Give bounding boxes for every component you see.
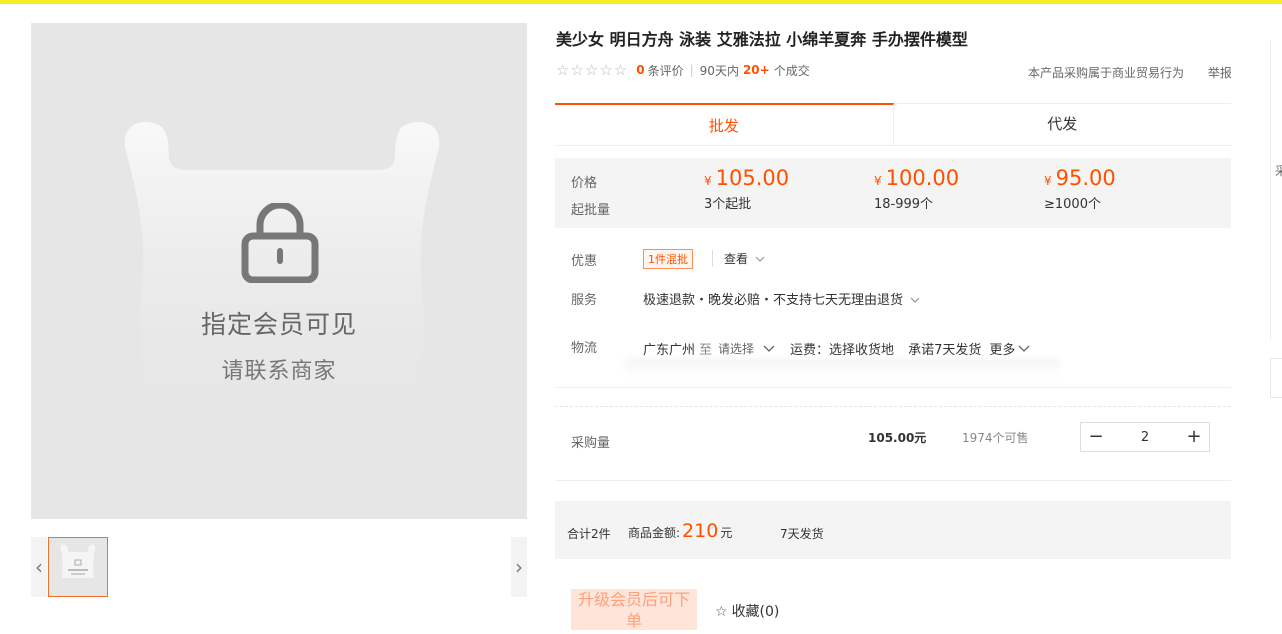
favorite-label: 收藏(0)	[731, 604, 780, 620]
price-panel: 价格 起批量 ¥105.00 3个起批 ¥100.00 18-999个 ¥95.…	[555, 158, 1231, 228]
divider	[555, 406, 1231, 407]
upgrade-member-button[interactable]: 升级会员后可下单	[571, 589, 697, 630]
gallery-prev-button[interactable]: ‹	[31, 537, 47, 597]
tier-qty: ≥1000个	[1044, 197, 1101, 212]
tier-price: 95.00	[1055, 166, 1116, 190]
restricted-title: 指定会员可见	[200, 310, 357, 339]
price-tier: ¥105.00 3个起批	[704, 166, 789, 212]
summary-amount: 商品金额: 210 元	[628, 520, 732, 542]
logistics-more[interactable]: 更多	[989, 339, 1015, 358]
tier-qty: 3个起批	[704, 197, 752, 212]
chevron-down-icon	[755, 256, 765, 262]
summary-delivery: 7天发货	[780, 527, 824, 541]
deal-prefix: 90天内	[699, 63, 739, 78]
offers-label: 优惠	[571, 254, 598, 269]
chevron-down-icon[interactable]	[762, 344, 776, 354]
currency-symbol: ¥	[704, 174, 712, 188]
purchase-mode-tabs: 批发 代发	[555, 103, 1231, 146]
chevron-down-icon	[910, 297, 920, 303]
logistics-row: 广东广州 至 请选择 运费：选择收货地 承诺7天发货 更多	[643, 339, 1031, 358]
moq-label: 起批量	[571, 203, 611, 218]
report-link[interactable]: 举报	[1208, 66, 1232, 80]
favorite-button[interactable]: ☆ 收藏(0)	[715, 601, 779, 621]
freight-info: 运费：选择收货地	[790, 343, 895, 358]
divider	[555, 480, 1231, 481]
quantity-stepper: − +	[1080, 422, 1210, 452]
tier-price: 100.00	[885, 166, 960, 190]
mixed-batch-tag: 1件混批	[643, 249, 693, 269]
shipping-promise: 承诺7天发货	[908, 343, 982, 358]
quantity-input[interactable]	[1111, 423, 1179, 451]
price-label: 价格	[571, 176, 598, 191]
logistics-origin: 广东广州	[643, 343, 696, 358]
price-tier: ¥95.00 ≥1000个	[1044, 166, 1116, 212]
purchase-label: 采购量	[571, 436, 611, 451]
top-accent-bar	[0, 0, 1282, 4]
deal-count: 20+	[742, 63, 770, 77]
business-notice: 本产品采购属于商业贸易行为	[1028, 66, 1185, 80]
line-total: 105.00元	[868, 431, 927, 445]
tier-qty: 18-999个	[874, 197, 934, 212]
tab-wholesale[interactable]: 批发	[555, 103, 894, 145]
offers-view-label: 查看	[724, 252, 749, 266]
review-suffix: 条评价	[647, 63, 684, 78]
offers-view-button[interactable]: 查看	[712, 250, 765, 267]
service-text: 极速退款・晚发必赔・不支持七天无理由退货	[643, 293, 904, 308]
amount-value: 210	[682, 520, 719, 542]
tier-price: 105.00	[715, 166, 790, 190]
dropdown-shadow	[625, 358, 1060, 378]
currency-symbol: ¥	[1044, 174, 1052, 188]
lock-icon	[241, 203, 319, 283]
summary-count: 合计2件	[567, 527, 611, 541]
service-info[interactable]: 极速退款・晚发必赔・不支持七天无理由退货	[643, 289, 920, 308]
tab-dropship[interactable]: 代发	[893, 103, 1231, 145]
logistics-to: 至	[699, 343, 713, 358]
decrease-button[interactable]: −	[1081, 423, 1111, 451]
sidebar-edge-text: 采	[1275, 164, 1282, 178]
increase-button[interactable]: +	[1179, 423, 1209, 451]
amount-unit: 元	[720, 526, 733, 540]
main-product-image: 指定会员可见 请联系商家	[31, 23, 527, 519]
rating-row: ☆☆☆☆☆ 0 条评价 | 90天内 20+ 个成交	[556, 61, 810, 79]
product-title: 美少女 明日方舟 泳装 艾雅法拉 小绵羊夏奔 手办摆件模型	[556, 30, 968, 49]
price-tier: ¥100.00 18-999个	[874, 166, 959, 212]
rating-stars-icon: ☆☆☆☆☆	[556, 61, 629, 79]
stock-available: 1974个可售	[962, 431, 1029, 445]
gallery-next-button[interactable]: ›	[511, 537, 527, 597]
deal-suffix: 个成交	[773, 63, 810, 78]
amount-label: 商品金额:	[628, 526, 681, 540]
logistics-label: 物流	[571, 341, 598, 356]
restricted-subtitle: 请联系商家	[221, 359, 337, 384]
review-count[interactable]: 0	[636, 63, 644, 77]
destination-select[interactable]: 请选择	[718, 340, 754, 357]
currency-symbol: ¥	[874, 174, 882, 188]
meta-divider: |	[689, 63, 694, 77]
thumbnail-placeholder-icon	[60, 544, 96, 578]
divider	[555, 387, 1231, 388]
meta-right: 本产品采购属于商业贸易行为 举报	[1028, 64, 1232, 81]
service-label: 服务	[571, 293, 598, 308]
right-sidebar-edge[interactable]: 采	[1270, 40, 1282, 340]
right-sidebar-tab[interactable]	[1270, 358, 1282, 398]
order-summary: 合计2件 商品金额: 210 元 7天发货	[555, 501, 1231, 559]
star-icon: ☆	[715, 604, 728, 620]
chevron-down-icon[interactable]	[1017, 344, 1031, 354]
gallery-thumbnail[interactable]	[48, 537, 108, 597]
